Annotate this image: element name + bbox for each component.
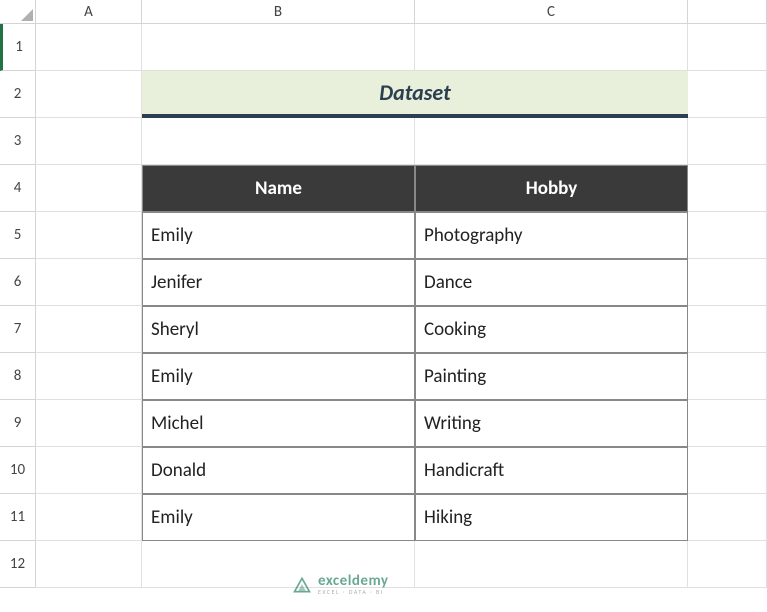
row-header-3[interactable]: 3 bbox=[0, 118, 36, 165]
cell-b1[interactable] bbox=[142, 24, 415, 71]
row-header-5[interactable]: 5 bbox=[0, 212, 36, 259]
cell-d11[interactable] bbox=[688, 494, 767, 541]
watermark: exceldemy EXCEL · DATA · BI bbox=[292, 574, 389, 595]
cell-a6[interactable] bbox=[36, 259, 142, 306]
cell-d10[interactable] bbox=[688, 447, 767, 494]
logo-icon bbox=[292, 575, 312, 595]
cell-a3[interactable] bbox=[36, 118, 142, 165]
cell-d1[interactable] bbox=[688, 24, 767, 71]
table-row[interactable]: Michel bbox=[142, 400, 415, 447]
cell-d6[interactable] bbox=[688, 259, 767, 306]
cell-c3[interactable] bbox=[415, 118, 688, 165]
row-header-10[interactable]: 10 bbox=[0, 447, 36, 494]
cell-a5[interactable] bbox=[36, 212, 142, 259]
table-row[interactable]: Cooking bbox=[415, 306, 688, 353]
row-header-9[interactable]: 9 bbox=[0, 400, 36, 447]
row-header-7[interactable]: 7 bbox=[0, 306, 36, 353]
cell-b3[interactable] bbox=[142, 118, 415, 165]
cell-d4[interactable] bbox=[688, 165, 767, 212]
cell-d9[interactable] bbox=[688, 400, 767, 447]
spreadsheet-grid: A B C 1 2 Dataset 3 4 Name Hobby 5 Emily… bbox=[0, 0, 767, 588]
table-row[interactable]: Emily bbox=[142, 353, 415, 400]
col-header-a[interactable]: A bbox=[36, 0, 142, 24]
table-row[interactable]: Emily bbox=[142, 212, 415, 259]
cell-c1[interactable] bbox=[415, 24, 688, 71]
cell-a10[interactable] bbox=[36, 447, 142, 494]
cell-a8[interactable] bbox=[36, 353, 142, 400]
watermark-tagline: EXCEL · DATA · BI bbox=[318, 589, 389, 595]
select-all-corner[interactable] bbox=[0, 0, 36, 24]
cell-a12[interactable] bbox=[36, 541, 142, 588]
table-row[interactable]: Donald bbox=[142, 447, 415, 494]
row-header-6[interactable]: 6 bbox=[0, 259, 36, 306]
table-row[interactable]: Painting bbox=[415, 353, 688, 400]
cell-a2[interactable] bbox=[36, 71, 142, 118]
cell-a9[interactable] bbox=[36, 400, 142, 447]
cell-d3[interactable] bbox=[688, 118, 767, 165]
row-header-1[interactable]: 1 bbox=[0, 24, 36, 71]
table-row[interactable]: Dance bbox=[415, 259, 688, 306]
cell-a4[interactable] bbox=[36, 165, 142, 212]
watermark-text: exceldemy EXCEL · DATA · BI bbox=[318, 574, 389, 595]
col-header-empty[interactable] bbox=[688, 0, 767, 24]
row-header-8[interactable]: 8 bbox=[0, 353, 36, 400]
row-header-4[interactable]: 4 bbox=[0, 165, 36, 212]
table-row[interactable]: Handicraft bbox=[415, 447, 688, 494]
table-header-hobby[interactable]: Hobby bbox=[415, 165, 688, 212]
col-header-b[interactable]: B bbox=[142, 0, 415, 24]
dataset-title[interactable]: Dataset bbox=[142, 71, 688, 118]
table-row[interactable]: Writing bbox=[415, 400, 688, 447]
cell-d5[interactable] bbox=[688, 212, 767, 259]
cell-a7[interactable] bbox=[36, 306, 142, 353]
row-header-11[interactable]: 11 bbox=[0, 494, 36, 541]
cell-a11[interactable] bbox=[36, 494, 142, 541]
table-row[interactable]: Emily bbox=[142, 494, 415, 541]
cell-d12[interactable] bbox=[688, 541, 767, 588]
cell-a1[interactable] bbox=[36, 24, 142, 71]
cell-c12[interactable] bbox=[415, 541, 688, 588]
cell-d7[interactable] bbox=[688, 306, 767, 353]
table-row[interactable]: Hiking bbox=[415, 494, 688, 541]
row-header-2[interactable]: 2 bbox=[0, 71, 36, 118]
cell-d2[interactable] bbox=[688, 71, 767, 118]
table-row[interactable]: Sheryl bbox=[142, 306, 415, 353]
table-row[interactable]: Jenifer bbox=[142, 259, 415, 306]
cell-d8[interactable] bbox=[688, 353, 767, 400]
col-header-c[interactable]: C bbox=[415, 0, 688, 24]
table-header-name[interactable]: Name bbox=[142, 165, 415, 212]
watermark-brand: exceldemy bbox=[318, 574, 389, 589]
row-header-12[interactable]: 12 bbox=[0, 541, 36, 588]
table-row[interactable]: Photography bbox=[415, 212, 688, 259]
